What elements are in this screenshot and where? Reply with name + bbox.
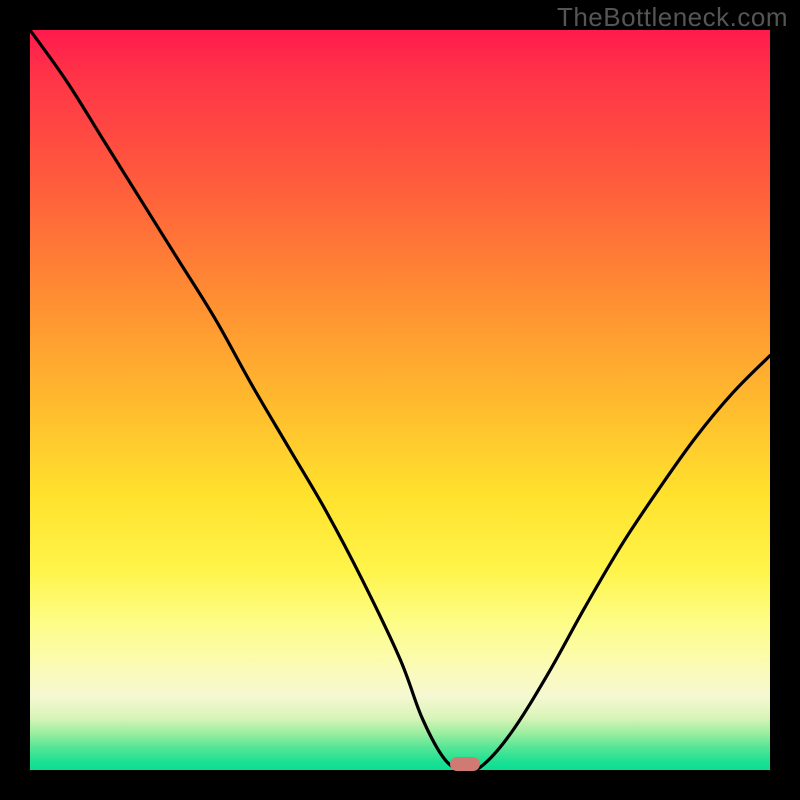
watermark-text: TheBottleneck.com bbox=[557, 2, 788, 33]
chart-frame: TheBottleneck.com bbox=[0, 0, 800, 800]
bottleneck-curve bbox=[30, 30, 770, 770]
plot-area bbox=[30, 30, 770, 770]
valley-marker bbox=[450, 757, 480, 771]
